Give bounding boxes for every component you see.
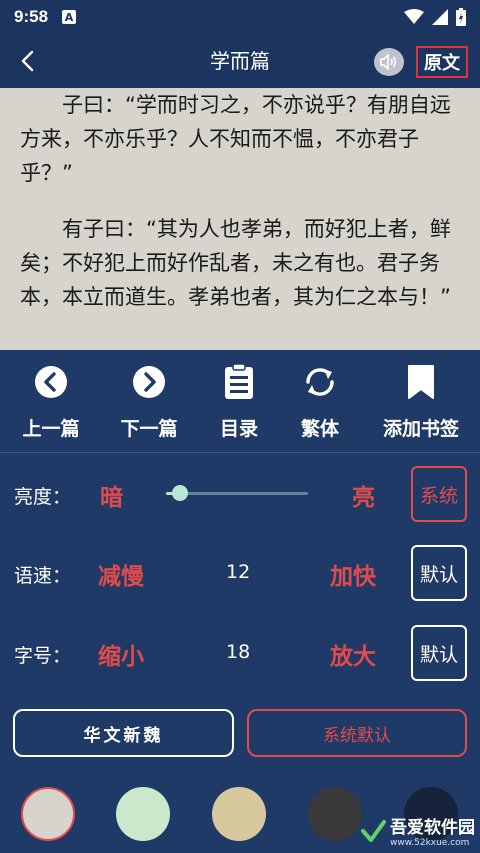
theme-swatch[interactable]: [308, 787, 362, 841]
status-bar: 9:58 A: [0, 0, 480, 34]
font-size-label: 字号：: [14, 645, 72, 667]
font-size-decrease-button[interactable]: 缩小: [98, 637, 144, 671]
font-family-button[interactable]: 华文新魏: [13, 709, 234, 757]
battery-icon: [456, 8, 466, 26]
add-bookmark-button[interactable]: 添加书签: [380, 364, 462, 444]
status-time: 9:58: [14, 7, 49, 26]
app-bar: 学而篇 原文: [0, 34, 480, 88]
font-size-value: 18: [226, 641, 251, 663]
system-default-font-button[interactable]: 系统默认: [247, 709, 467, 757]
tool-label: 目录: [219, 418, 258, 440]
brightness-dark-label: 暗: [100, 485, 123, 511]
tool-label: 添加书签: [382, 418, 459, 440]
speech-rate-decrease-button[interactable]: 减慢: [98, 557, 144, 591]
tool-label: 下一篇: [120, 418, 178, 440]
paragraph: 有子曰：“其为人也孝弟，而好犯上者，鲜矣；不好犯上而好作乱者，未之有也。君子务本…: [20, 217, 451, 309]
speech-rate-default-button[interactable]: 默认: [411, 545, 467, 601]
wifi-icon: [404, 9, 424, 24]
chevron-left-circle-icon: [33, 364, 69, 400]
font-size-increase-button[interactable]: 放大: [330, 637, 376, 671]
settings-panel: 上一篇 下一篇 目录 繁体 添加书签 亮度： 暗 亮 系统 语速： 减慢 12 …: [0, 350, 480, 853]
speech-rate-value: 12: [226, 561, 251, 583]
watermark-text: 吾爱软件园: [390, 818, 475, 838]
page-title: 学而篇: [210, 49, 270, 73]
theme-swatch[interactable]: [212, 787, 266, 841]
reader-content[interactable]: 子曰：“学而时习之，不亦说乎？有朋自远方来，不亦乐乎？人不知而不愠，不亦君子乎？…: [0, 88, 480, 350]
theme-swatch[interactable]: [116, 787, 170, 841]
speech-rate-increase-button[interactable]: 加快: [330, 557, 376, 591]
tool-label: 繁体: [300, 418, 339, 440]
font-size-row: 字号： 缩小 18 放大 默认: [0, 625, 480, 681]
tool-label: 上一篇: [22, 418, 80, 440]
original-text-button[interactable]: 原文: [416, 46, 468, 78]
previous-chapter-button[interactable]: 上一篇: [18, 364, 84, 444]
audio-button[interactable]: [374, 48, 404, 76]
brightness-label: 亮度：: [14, 486, 72, 508]
brightness-bright-label: 亮: [352, 485, 375, 511]
chevron-left-icon: [21, 50, 34, 72]
sync-icon: [302, 364, 338, 400]
speech-rate-row: 语速： 减慢 12 加快 默认: [0, 545, 480, 601]
notification-icon: A: [62, 10, 77, 24]
cellular-icon: [432, 9, 448, 25]
speech-rate-label: 语速：: [14, 565, 72, 587]
table-of-contents-button[interactable]: 目录: [212, 364, 266, 444]
next-chapter-button[interactable]: 下一篇: [116, 364, 182, 444]
traditional-chinese-button[interactable]: 繁体: [293, 364, 347, 444]
font-size-default-button[interactable]: 默认: [411, 625, 467, 681]
watermark-url: www.52kxue.com: [390, 838, 470, 848]
watermark-logo-icon: [361, 819, 386, 842]
document-list-icon: [221, 364, 257, 400]
status-icons: [404, 8, 466, 26]
chevron-right-circle-icon: [131, 364, 167, 400]
divider: [0, 452, 480, 453]
theme-swatch[interactable]: [21, 787, 75, 841]
back-button[interactable]: [10, 42, 44, 80]
paragraph: 子曰：“学而时习之，不亦说乎？有朋自远方来，不亦乐乎？人不知而不愠，不亦君子乎？…: [20, 93, 451, 185]
speaker-icon: [380, 54, 397, 70]
watermark: 吾爱软件园 www.52kxue.com: [360, 808, 480, 853]
system-brightness-button[interactable]: 系统: [411, 466, 467, 522]
bookmark-icon: [403, 364, 439, 400]
